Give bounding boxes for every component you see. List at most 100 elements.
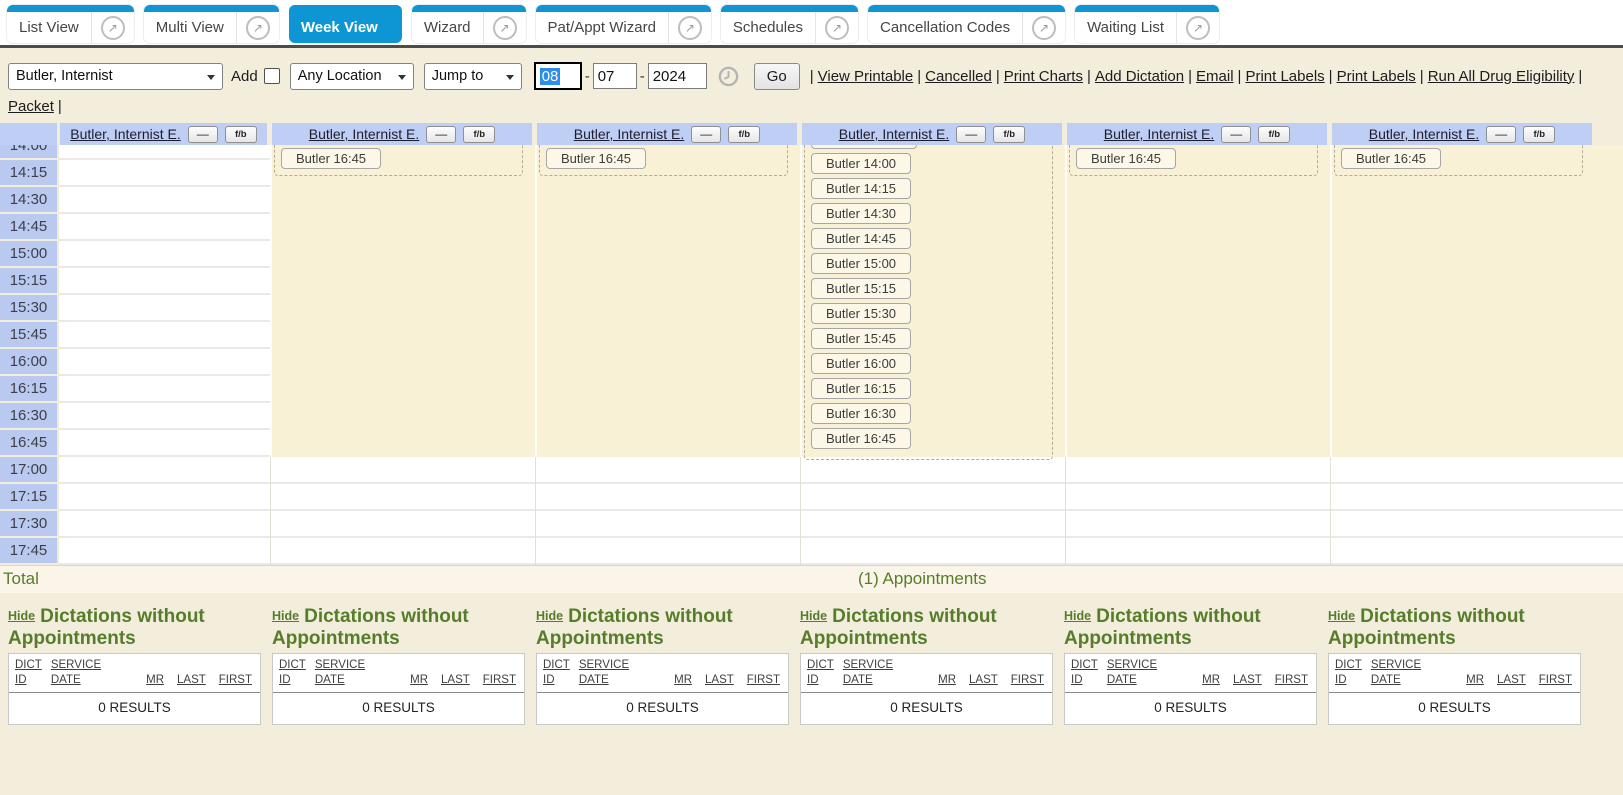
dictation-column-header-first[interactable]: FIRST	[219, 673, 252, 688]
provider-column-link[interactable]: Butler, Internist E.	[1369, 126, 1480, 142]
provider-column-link[interactable]: Butler, Internist E.	[839, 126, 950, 142]
appointment-slot-button[interactable]: Butler 15:00	[811, 253, 911, 274]
appointment-slot-button[interactable]: Butler 14:15	[811, 178, 911, 199]
hide-link[interactable]: Hide	[1064, 609, 1091, 623]
dictation-column-header-last[interactable]: LAST	[1497, 673, 1526, 688]
tab-list-view[interactable]: List View↗	[7, 5, 134, 43]
tab-schedules[interactable]: Schedules↗	[721, 5, 858, 43]
dictation-column-header-last[interactable]: LAST	[969, 673, 998, 688]
dictation-column-header-last[interactable]: LAST	[441, 673, 470, 688]
dictation-column-header-last[interactable]: LAST	[1233, 673, 1262, 688]
toolbar-link-print-charts[interactable]: Print Charts	[1004, 68, 1083, 85]
popout-icon[interactable]: ↗	[1186, 16, 1210, 40]
toolbar-link-add-dictation[interactable]: Add Dictation	[1095, 68, 1184, 85]
dictation-column-header-service-date[interactable]: SERVICEDATE	[51, 658, 101, 687]
minimize-column-button[interactable]: —	[426, 126, 456, 143]
appointment-slot-button[interactable]: Butler 14:30	[811, 203, 911, 224]
popout-icon[interactable]: ↗	[825, 16, 849, 40]
popout-icon[interactable]: ↗	[101, 16, 125, 40]
popout-icon[interactable]: ↗	[493, 16, 517, 40]
dictation-column-header-last[interactable]: LAST	[177, 673, 206, 688]
tab-pat-appt-wizard[interactable]: Pat/Appt Wizard↗	[536, 5, 711, 43]
dictation-column-header-mr[interactable]: MR	[938, 673, 956, 688]
toolbar-link-packet[interactable]: Packet	[8, 98, 54, 115]
date-year-input[interactable]: 2024	[648, 63, 707, 89]
appointment-slot-button[interactable]: Butler 15:15	[811, 278, 911, 299]
appointment-slot-button[interactable]: Butler 16:45	[1341, 148, 1441, 169]
minimize-column-button[interactable]: —	[691, 126, 721, 143]
tab-multi-view[interactable]: Multi View↗	[144, 5, 279, 43]
appointment-slot-button[interactable]: Butler 16:15	[811, 378, 911, 399]
jump-select[interactable]: Jump to	[424, 63, 522, 90]
dictation-column-header-service-date[interactable]: SERVICEDATE	[1107, 658, 1157, 687]
tab-waiting-list[interactable]: Waiting List↗	[1075, 5, 1219, 43]
popout-icon[interactable]: ↗	[246, 16, 270, 40]
provider-select[interactable]: Butler, Internist	[8, 63, 223, 90]
popout-icon[interactable]: ↗	[678, 16, 702, 40]
fb-button[interactable]: f/b	[225, 126, 257, 143]
dictation-column-header-last[interactable]: LAST	[705, 673, 734, 688]
tab-cancellation-codes[interactable]: Cancellation Codes↗	[868, 5, 1065, 43]
fb-button[interactable]: f/b	[1258, 126, 1290, 143]
tab-wizard[interactable]: Wizard↗	[412, 5, 526, 43]
appointment-slot-button[interactable]: Butler 16:45	[546, 148, 646, 169]
appointment-slot-button[interactable]: Butler 16:30	[811, 403, 911, 424]
fb-button[interactable]: f/b	[993, 126, 1025, 143]
dictation-column-header-first[interactable]: FIRST	[483, 673, 516, 688]
appointment-slot-button[interactable]: Butler 15:45	[811, 328, 911, 349]
dictation-column-header-service-date[interactable]: SERVICEDATE	[579, 658, 629, 687]
toolbar-link-run-all-drug-eligibility[interactable]: Run All Drug Eligibility	[1428, 68, 1575, 85]
minimize-column-button[interactable]: —	[956, 126, 986, 143]
appointment-slot-button[interactable]: Butler 14:00	[811, 153, 911, 174]
appointment-slot-button[interactable]: Butler 14:45	[811, 228, 911, 249]
date-month-input[interactable]: 08	[534, 62, 582, 90]
toolbar-link-cancelled[interactable]: Cancelled	[925, 68, 992, 85]
fb-button[interactable]: f/b	[728, 126, 760, 143]
dictation-column-header-mr[interactable]: MR	[1202, 673, 1220, 688]
toolbar-link-view-printable[interactable]: View Printable	[818, 68, 914, 85]
minimize-column-button[interactable]: —	[188, 126, 218, 143]
provider-column-link[interactable]: Butler, Internist E.	[1104, 126, 1215, 142]
dictation-column-header-dict-id[interactable]: DICTID	[1335, 658, 1362, 687]
appointment-slot-button[interactable]: Butler 16:45	[1076, 148, 1176, 169]
dictation-column-header-dict-id[interactable]: DICTID	[1071, 658, 1098, 687]
dictation-column-header-first[interactable]: FIRST	[1011, 673, 1044, 688]
toolbar-link-print-labels[interactable]: Print Labels	[1245, 68, 1324, 85]
dictation-column-header-service-date[interactable]: SERVICEDATE	[315, 658, 365, 687]
appointment-slot-button[interactable]: Butler 16:45	[281, 148, 381, 169]
add-checkbox[interactable]	[264, 68, 280, 84]
dictation-column-header-dict-id[interactable]: DICTID	[807, 658, 834, 687]
provider-column-link[interactable]: Butler, Internist E.	[309, 126, 420, 142]
dictation-column-header-first[interactable]: FIRST	[747, 673, 780, 688]
dictation-column-header-mr[interactable]: MR	[410, 673, 428, 688]
appointment-slot-button[interactable]: Butler 16:45	[811, 428, 911, 449]
appointment-slot-button-clipped[interactable]	[811, 145, 917, 149]
dictation-column-header-dict-id[interactable]: DICTID	[543, 658, 570, 687]
hide-link[interactable]: Hide	[8, 609, 35, 623]
dictation-column-header-dict-id[interactable]: DICTID	[279, 658, 306, 687]
dictation-column-header-service-date[interactable]: SERVICEDATE	[843, 658, 893, 687]
dictation-column-header-service-date[interactable]: SERVICEDATE	[1371, 658, 1421, 687]
toolbar-link-print-labels[interactable]: Print Labels	[1337, 68, 1416, 85]
dictation-column-header-first[interactable]: FIRST	[1275, 673, 1308, 688]
dictation-column-header-dict-id[interactable]: DICTID	[15, 658, 42, 687]
appointment-slot-button[interactable]: Butler 15:30	[811, 303, 911, 324]
date-day-input[interactable]: 07	[593, 63, 637, 89]
popout-icon[interactable]: ↗	[1032, 16, 1056, 40]
hide-link[interactable]: Hide	[1328, 609, 1355, 623]
tab-week-view[interactable]: Week View	[289, 5, 402, 43]
minimize-column-button[interactable]: —	[1221, 126, 1251, 143]
location-select[interactable]: Any Location	[290, 63, 414, 90]
dictation-column-header-mr[interactable]: MR	[674, 673, 692, 688]
fb-button[interactable]: f/b	[463, 126, 495, 143]
clock-icon[interactable]	[717, 65, 740, 88]
provider-column-link[interactable]: Butler, Internist E.	[574, 126, 685, 142]
dictation-column-header-mr[interactable]: MR	[146, 673, 164, 688]
go-button[interactable]: Go	[754, 63, 800, 90]
hide-link[interactable]: Hide	[800, 609, 827, 623]
appointment-slot-button[interactable]: Butler 16:00	[811, 353, 911, 374]
toolbar-link-email[interactable]: Email	[1196, 68, 1234, 85]
dictation-column-header-mr[interactable]: MR	[1466, 673, 1484, 688]
hide-link[interactable]: Hide	[536, 609, 563, 623]
dictation-column-header-first[interactable]: FIRST	[1539, 673, 1572, 688]
